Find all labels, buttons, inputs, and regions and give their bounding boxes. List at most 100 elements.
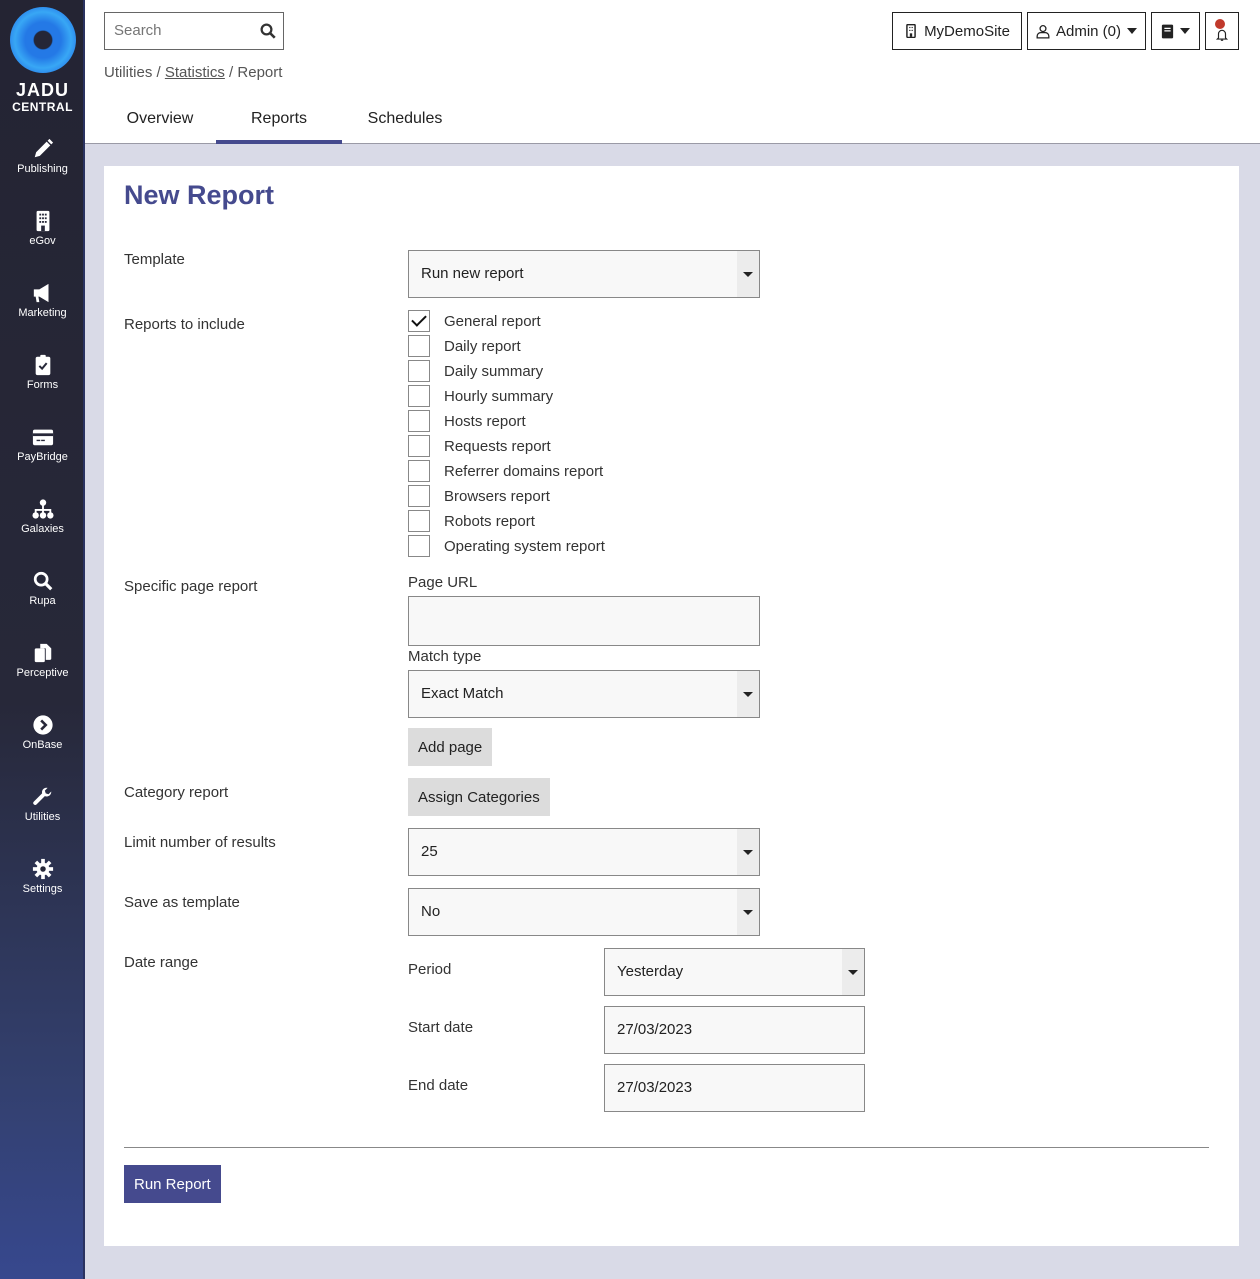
sitemap-icon: [31, 499, 54, 519]
breadcrumb: Utilities / Statistics / Report: [104, 64, 282, 81]
date-range-label: Date range: [124, 954, 199, 971]
sidebar-item-label: Galaxies: [21, 523, 64, 535]
search-icon: [33, 571, 52, 591]
sidebar-item-settings[interactable]: Settings: [0, 858, 85, 918]
checkbox[interactable]: [408, 460, 430, 482]
pencil-icon: [34, 138, 53, 158]
search-input[interactable]: [114, 22, 254, 39]
brand-name: JADU: [15, 80, 69, 100]
search-box: [104, 12, 284, 50]
sidebar-item-label: Perceptive: [16, 667, 69, 679]
sidebar-item-galaxies[interactable]: Galaxies: [0, 498, 85, 558]
match-type-value: Exact Match: [421, 685, 504, 702]
sidebar-item-label: PayBridge: [17, 451, 68, 463]
template-value: Run new report: [421, 265, 524, 282]
sidebar-item-perceptive[interactable]: Perceptive: [0, 642, 85, 702]
checkbox-referrer-domains-report[interactable]: Referrer domains report: [408, 460, 603, 482]
sidebar-item-label: eGov: [29, 235, 56, 247]
building-icon: [36, 210, 49, 232]
start-date-input[interactable]: 27/03/2023: [604, 1006, 865, 1054]
gear-icon: [32, 858, 53, 880]
checkbox-label: Hosts report: [444, 412, 526, 430]
checkbox[interactable]: [408, 510, 430, 532]
checkbox-browsers-report[interactable]: Browsers report: [408, 485, 550, 507]
brand-subtitle: CENTRAL: [12, 100, 73, 114]
end-date-value: 27/03/2023: [617, 1079, 693, 1096]
checkbox-hosts-report[interactable]: Hosts report: [408, 410, 526, 432]
tab-bar: Overview Reports Schedules: [104, 98, 468, 144]
checkbox[interactable]: [408, 435, 430, 457]
checkbox-label: Robots report: [444, 512, 535, 530]
notifications-button[interactable]: [1205, 12, 1239, 50]
limit-results-select[interactable]: 25: [408, 828, 760, 876]
chevron-down-icon: [737, 671, 759, 717]
breadcrumb-statistics-link[interactable]: Statistics: [165, 64, 225, 81]
checkbox-operating-system-report[interactable]: Operating system report: [408, 535, 605, 557]
help-menu-button[interactable]: [1151, 12, 1200, 50]
sidebar-item-label: Publishing: [17, 163, 68, 175]
site-switcher-button[interactable]: MyDemoSite: [892, 12, 1022, 50]
copy-icon: [34, 643, 51, 663]
template-select[interactable]: Run new report: [408, 250, 760, 298]
start-date-value: 27/03/2023: [617, 1021, 693, 1038]
checkbox[interactable]: [408, 310, 430, 332]
chevron-down-icon: [1180, 28, 1190, 34]
category-report-label: Category report: [124, 784, 229, 801]
sidebar-item-paybridge[interactable]: PayBridge: [0, 426, 85, 486]
checkbox-label: Browsers report: [444, 487, 550, 505]
specific-page-report-label: Specific page report: [124, 578, 258, 595]
checkbox[interactable]: [408, 485, 430, 507]
sidebar-item-rupa[interactable]: Rupa: [0, 570, 85, 630]
checkbox-label: Daily summary: [444, 362, 544, 380]
checkbox-requests-report[interactable]: Requests report: [408, 435, 551, 457]
bell-icon: [1215, 29, 1229, 41]
clipboard-check-icon: [35, 354, 50, 376]
sidebar-item-marketing[interactable]: Marketing: [0, 282, 85, 342]
user-name: Admin (0): [1055, 22, 1122, 40]
checkbox[interactable]: [408, 385, 430, 407]
sidebar-item-egov[interactable]: eGov: [0, 210, 85, 270]
assign-categories-button[interactable]: Assign Categories: [408, 778, 550, 816]
checkbox[interactable]: [408, 535, 430, 557]
match-type-select[interactable]: Exact Match: [408, 670, 760, 718]
save-as-template-select[interactable]: No: [408, 888, 760, 936]
period-select[interactable]: Yesterday: [604, 948, 865, 996]
tab-schedules[interactable]: Schedules: [342, 98, 468, 144]
breadcrumb-separator: /: [152, 64, 165, 81]
building-icon: [906, 24, 916, 38]
jadu-logo[interactable]: [10, 7, 76, 73]
chevron-circle-icon: [32, 715, 53, 735]
end-date-input[interactable]: 27/03/2023: [604, 1064, 865, 1112]
sidebar-item-utilities[interactable]: Utilities: [0, 786, 85, 846]
chevron-down-icon: [737, 251, 759, 297]
checkbox-daily-report[interactable]: Daily report: [408, 335, 521, 357]
sidebar-item-label: Utilities: [24, 811, 61, 823]
run-report-button[interactable]: Run Report: [124, 1165, 221, 1203]
checkbox-general-report[interactable]: General report: [408, 310, 541, 332]
checkbox-label: General report: [444, 312, 541, 330]
sidebar: JADU CENTRAL Publishing eGov Marketing F…: [0, 0, 85, 1279]
sidebar-item-forms[interactable]: Forms: [0, 354, 85, 414]
checkbox-robots-report[interactable]: Robots report: [408, 510, 535, 532]
checkbox-label: Hourly summary: [444, 387, 554, 405]
sidebar-item-onbase[interactable]: OnBase: [0, 714, 85, 774]
site-name: MyDemoSite: [924, 22, 1010, 40]
header: Utilities / Statistics / Report Overview…: [85, 0, 1260, 144]
checkbox-hourly-summary[interactable]: Hourly summary: [408, 385, 553, 407]
sidebar-item-label: Marketing: [18, 307, 67, 319]
checkbox[interactable]: [408, 360, 430, 382]
breadcrumb-separator: /: [224, 64, 238, 81]
checkbox[interactable]: [408, 410, 430, 432]
search-icon[interactable]: [259, 22, 277, 40]
sidebar-item-publishing[interactable]: Publishing: [0, 138, 85, 198]
period-value: Yesterday: [617, 963, 684, 980]
add-page-button[interactable]: Add page: [408, 728, 493, 766]
page-url-input[interactable]: [408, 596, 760, 646]
user-menu-button[interactable]: Admin (0): [1027, 12, 1146, 50]
checkbox[interactable]: [408, 335, 430, 357]
tab-overview[interactable]: Overview: [104, 98, 216, 144]
checkbox-daily-summary[interactable]: Daily summary: [408, 360, 543, 382]
wrench-icon: [32, 787, 51, 805]
megaphone-icon: [33, 283, 48, 303]
tab-reports[interactable]: Reports: [216, 98, 342, 144]
